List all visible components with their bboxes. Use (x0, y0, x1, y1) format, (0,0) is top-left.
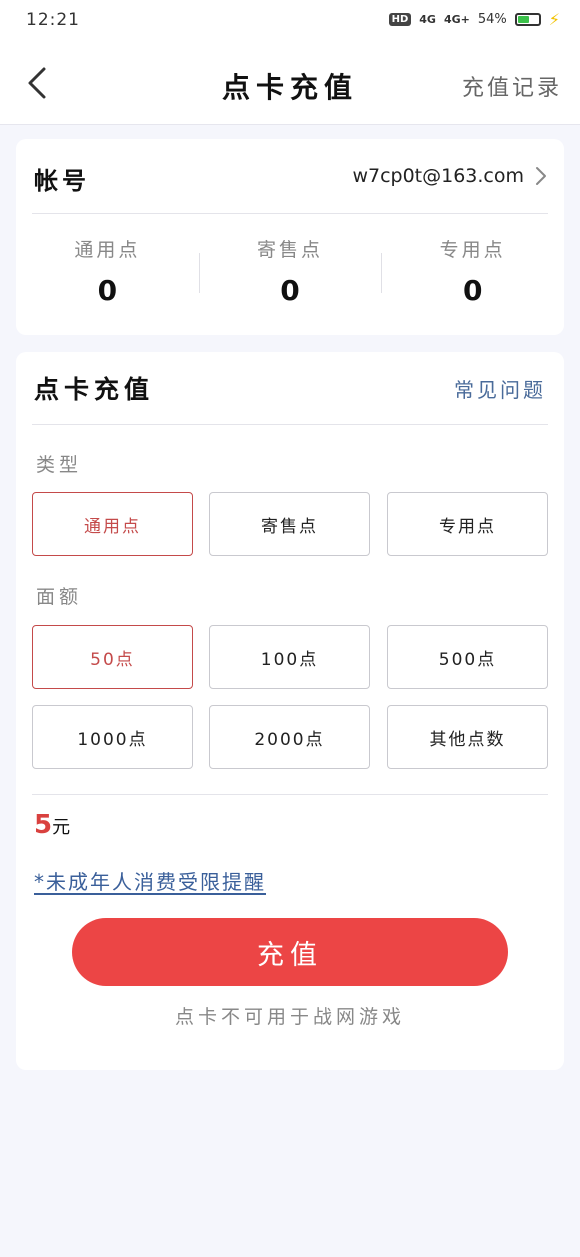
divider (32, 794, 548, 795)
faq-link[interactable]: 常见问题 (454, 374, 546, 403)
points-consignment: 寄售点 0 (198, 235, 382, 315)
price-number: 5 (34, 810, 53, 840)
recharge-card: 点卡充值 常见问题 类型 通用点 寄售点 专用点 面额 50点 100点 500… (16, 352, 564, 1070)
chevron-right-icon (536, 167, 546, 185)
points-summary: 通用点 0 寄售点 0 专用点 0 (16, 235, 564, 315)
type-label: 类型 (36, 454, 83, 476)
recharge-button[interactable]: 充值 (72, 918, 508, 986)
account-value: w7cp0t@163.com (352, 165, 524, 187)
battery-icon (514, 13, 541, 26)
nav-bar: 点卡充值 充值记录 (0, 44, 580, 125)
points-value: 0 (280, 274, 300, 307)
price-unit: 元 (52, 817, 71, 838)
account-row[interactable]: 帐号 w7cp0t@163.com (32, 139, 548, 214)
account-label: 帐号 (34, 167, 90, 195)
points-value: 0 (97, 274, 118, 307)
section-title: 点卡充值 (34, 375, 155, 404)
type-option-general[interactable]: 通用点 (32, 492, 193, 556)
battery-fill (517, 16, 529, 23)
status-time: 12:21 (26, 10, 80, 30)
points-label: 寄售点 (257, 239, 324, 261)
points-value: 0 (462, 274, 483, 307)
signal-icon: 4G (419, 13, 436, 26)
points-label: 通用点 (74, 239, 141, 261)
status-icons: HD 4G 4G+ 54% ⚡ (388, 10, 560, 29)
hd-icon: HD (388, 13, 412, 26)
section-header: 点卡充值 常见问题 (32, 352, 548, 425)
account-card: 帐号 w7cp0t@163.com 通用点 0 寄售点 0 专用点 0 (16, 139, 564, 335)
minor-spending-notice-link[interactable]: *未成年人消费受限提醒 (34, 866, 266, 895)
battery-percent: 54% (477, 12, 507, 27)
type-option-consignment[interactable]: 寄售点 (209, 492, 370, 556)
charging-icon: ⚡ (548, 10, 560, 29)
signal-icon-2: 4G+ (443, 13, 470, 26)
type-option-dedicated[interactable]: 专用点 (387, 492, 548, 556)
amount-option-100[interactable]: 100点 (209, 625, 370, 689)
amount-option-500[interactable]: 500点 (387, 625, 548, 689)
status-bar: 12:21 HD 4G 4G+ 54% ⚡ (0, 0, 580, 44)
points-label: 专用点 (439, 239, 506, 261)
amount-option-50[interactable]: 50点 (32, 625, 193, 689)
amount-option-2000[interactable]: 2000点 (209, 705, 370, 769)
price: 5元 (34, 810, 70, 840)
footnote: 点卡不可用于战网游戏 (174, 1006, 405, 1028)
points-dedicated: 专用点 0 (381, 235, 564, 315)
amount-label: 面额 (36, 586, 83, 608)
points-general: 通用点 0 (16, 235, 199, 315)
amount-option-1000[interactable]: 1000点 (32, 705, 193, 769)
amount-option-other[interactable]: 其他点数 (387, 705, 548, 769)
recharge-history-link[interactable]: 充值记录 (462, 70, 562, 102)
